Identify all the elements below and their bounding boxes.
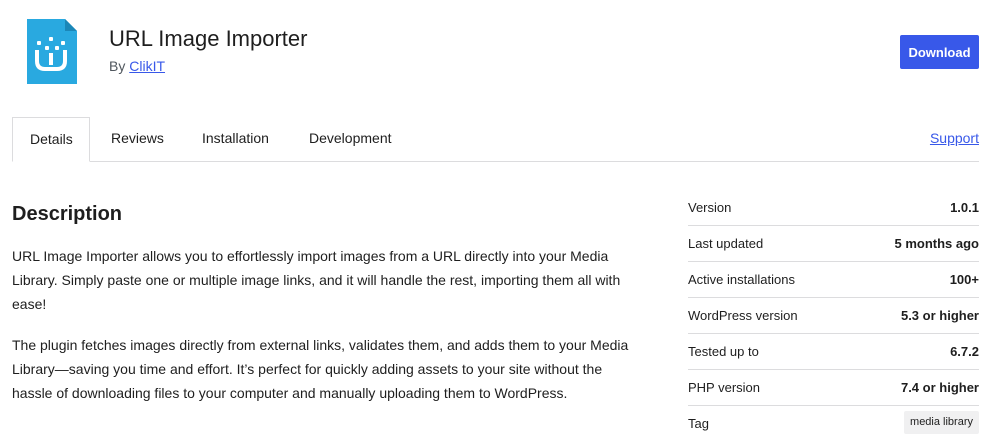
meta-label: Last updated [688, 236, 764, 251]
meta-value: 5.3 or higher [900, 308, 979, 323]
tag-media-library[interactable]: media library [904, 411, 979, 434]
plugin-tabs: Details Reviews Installation Development… [12, 117, 979, 162]
tab-development[interactable]: Development [309, 117, 392, 160]
meta-row-php-version: PHP version 7.4 or higher [688, 370, 979, 406]
support-link[interactable]: Support [930, 117, 979, 160]
tab-installation[interactable]: Installation [202, 117, 269, 160]
meta-row-tested-up-to: Tested up to 6.7.2 [688, 334, 979, 370]
plugin-logo-icon [27, 19, 77, 84]
description-paragraph: The plugin fetches images directly from … [12, 337, 629, 401]
meta-label: Tested up to [688, 344, 759, 359]
author-byline: By ClikIT [109, 58, 165, 74]
meta-label: Active installations [688, 272, 795, 287]
meta-row-wordpress-version: WordPress version 5.3 or higher [688, 298, 979, 334]
meta-label: Tag [688, 416, 709, 431]
plugin-meta-list: Version 1.0.1 Last updated 5 months ago … [688, 190, 979, 441]
meta-value: 6.7.2 [950, 344, 979, 359]
plugin-title: URL Image Importer [109, 26, 308, 51]
tab-reviews[interactable]: Reviews [111, 117, 164, 160]
meta-value: 100+ [949, 272, 979, 287]
download-button[interactable]: Download [900, 35, 979, 69]
meta-value: 7.4 or higher [900, 380, 979, 395]
author-link[interactable]: ClikIT [129, 58, 165, 74]
tab-details[interactable]: Details [12, 117, 90, 162]
meta-row-last-updated: Last updated 5 months ago [688, 226, 979, 262]
meta-value: 1.0.1 [950, 200, 979, 215]
by-prefix: By [109, 58, 126, 74]
plugin-header: URL Image Importer By ClikIT Download [0, 0, 1000, 110]
meta-row-tag: Tag media library [688, 406, 979, 441]
meta-value: 5 months ago [894, 236, 979, 251]
description-paragraph: URL Image Importer allows you to effortl… [12, 248, 621, 312]
meta-label: PHP version [688, 380, 761, 395]
description-heading: Description [12, 203, 123, 225]
meta-label: Version [688, 200, 732, 215]
meta-label: WordPress version [688, 308, 798, 323]
meta-row-version: Version 1.0.1 [688, 190, 979, 226]
meta-row-active-installations: Active installations 100+ [688, 262, 979, 298]
